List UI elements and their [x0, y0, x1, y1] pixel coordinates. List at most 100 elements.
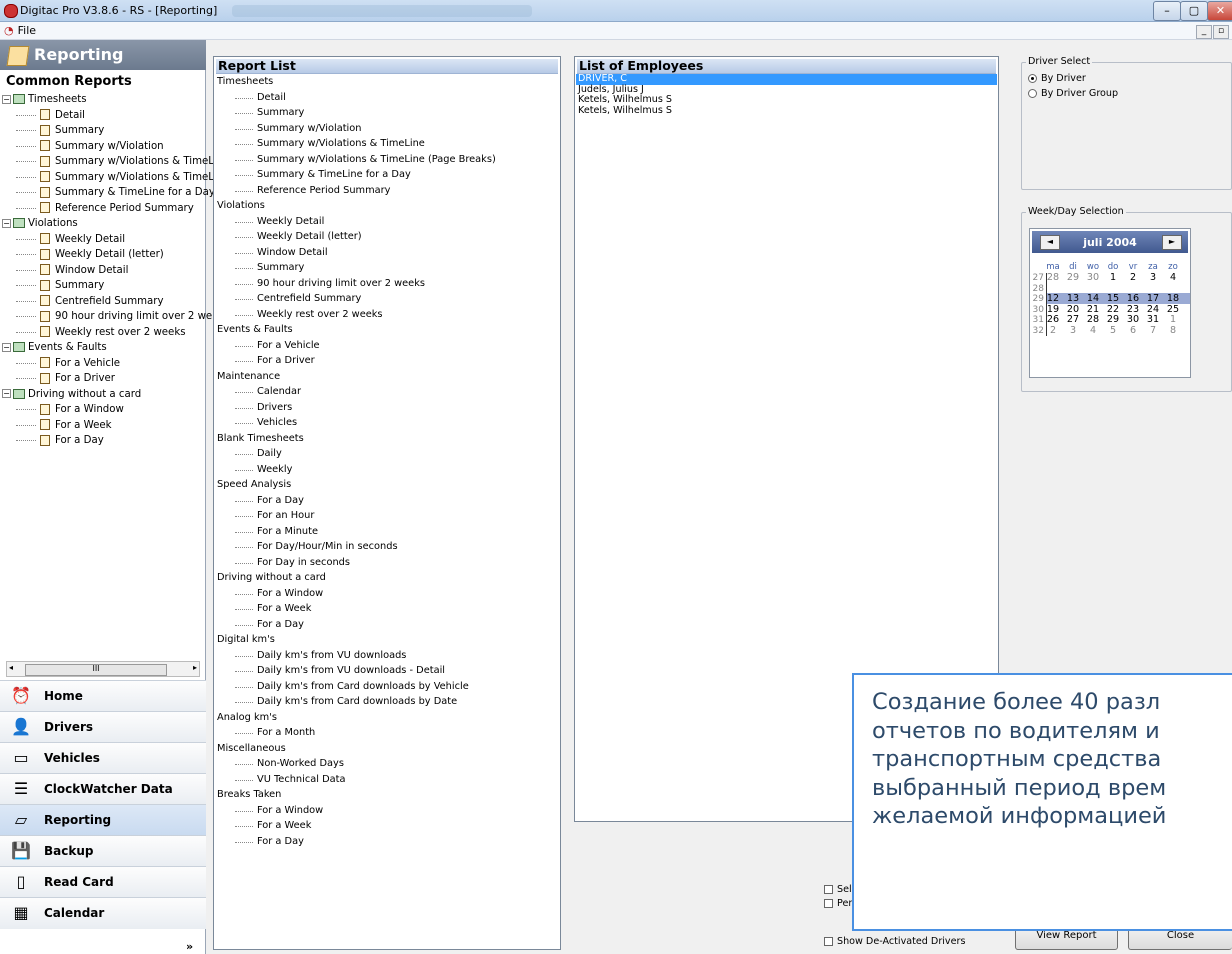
- report-item[interactable]: Summary w/Violations & TimeLine (Page Br…: [217, 152, 557, 168]
- report-group[interactable]: Timesheets: [217, 74, 557, 90]
- report-item[interactable]: For a Driver: [217, 353, 557, 369]
- tree-group[interactable]: − Driving without a card: [0, 387, 206, 403]
- collapse-icon[interactable]: −: [2, 94, 11, 104]
- tree-group[interactable]: − Events & Faults: [0, 340, 206, 356]
- tree-item[interactable]: Summary: [0, 278, 206, 294]
- calendar-day[interactable]: 27: [1066, 314, 1080, 325]
- radio-by-driver[interactable]: By Driver: [1028, 73, 1086, 84]
- week-number[interactable]: 32: [1032, 326, 1044, 336]
- calendar-day[interactable]: 2: [1126, 272, 1140, 283]
- nav-read-card[interactable]: ▯ Read Card: [0, 866, 206, 898]
- more-buttons-icon[interactable]: »: [186, 940, 193, 953]
- nav-backup[interactable]: 💾 Backup: [0, 835, 206, 867]
- week-number[interactable]: 31: [1032, 315, 1044, 325]
- report-item[interactable]: Weekly Detail (letter): [217, 229, 557, 245]
- calendar-day[interactable]: 8: [1106, 283, 1120, 294]
- report-item[interactable]: Daily: [217, 446, 557, 462]
- calendar-day[interactable]: 19: [1046, 304, 1060, 315]
- radio-by-driver-group[interactable]: By Driver Group: [1028, 88, 1118, 99]
- report-item[interactable]: For a Day: [217, 834, 557, 850]
- week-number[interactable]: 29: [1032, 294, 1044, 304]
- app-icon[interactable]: [4, 4, 18, 18]
- calendar-day[interactable]: 25: [1166, 304, 1180, 315]
- calendar-day[interactable]: 4: [1166, 272, 1180, 283]
- report-item[interactable]: Window Detail: [217, 245, 557, 261]
- employee-row[interactable]: Ketels, Wilhelmus S: [576, 105, 997, 117]
- tree-item[interactable]: Weekly rest over 2 weeks: [0, 325, 206, 341]
- report-item[interactable]: Non-Worked Days: [217, 756, 557, 772]
- report-item[interactable]: For Day in seconds: [217, 555, 557, 571]
- nav-calendar[interactable]: ▦ Calendar: [0, 897, 206, 929]
- scroll-left-icon[interactable]: ◂: [9, 663, 13, 672]
- tree-item[interactable]: 90 hour driving limit over 2 we: [0, 309, 212, 325]
- calendar-day[interactable]: 28: [1046, 272, 1060, 283]
- report-item[interactable]: Summary & TimeLine for a Day: [217, 167, 557, 183]
- calendar-day[interactable]: 16: [1126, 293, 1140, 304]
- calendar-day[interactable]: 17: [1146, 293, 1160, 304]
- tree-item[interactable]: Weekly Detail (letter): [0, 247, 206, 263]
- report-group[interactable]: Blank Timesheets: [217, 431, 557, 447]
- report-item[interactable]: Weekly Detail: [217, 214, 557, 230]
- report-item[interactable]: Reference Period Summary: [217, 183, 557, 199]
- collapse-icon[interactable]: −: [2, 342, 11, 352]
- calendar-day[interactable]: 6: [1066, 283, 1080, 294]
- tree-item[interactable]: Reference Period Summary: [0, 201, 206, 217]
- report-item[interactable]: For a Minute: [217, 524, 557, 540]
- tree-group[interactable]: − Timesheets: [0, 92, 206, 108]
- tree-item[interactable]: For a Vehicle: [0, 356, 206, 372]
- calendar-day[interactable]: 14: [1086, 293, 1100, 304]
- report-item[interactable]: VU Technical Data: [217, 772, 557, 788]
- collapse-icon[interactable]: −: [2, 218, 11, 228]
- calendar-day[interactable]: 4: [1086, 325, 1100, 336]
- tree-item[interactable]: Window Detail: [0, 263, 206, 279]
- report-group[interactable]: Speed Analysis: [217, 477, 557, 493]
- calendar-day[interactable]: 5: [1046, 283, 1060, 294]
- calendar-day[interactable]: 23: [1126, 304, 1140, 315]
- report-group[interactable]: Digital km's: [217, 632, 557, 648]
- calendar-day[interactable]: 9: [1126, 283, 1140, 294]
- calendar-day[interactable]: 18: [1166, 293, 1180, 304]
- report-item[interactable]: Summary w/Violation: [217, 121, 557, 137]
- report-item[interactable]: Daily km's from Card downloads by Vehicl…: [217, 679, 557, 695]
- calendar-day[interactable]: 29: [1106, 314, 1120, 325]
- calendar-day[interactable]: 26: [1046, 314, 1060, 325]
- report-group[interactable]: Driving without a card: [217, 570, 557, 586]
- calendar-day[interactable]: 7: [1146, 325, 1160, 336]
- employee-row[interactable]: Ketels, Wilhelmus S: [576, 94, 997, 106]
- tree-item[interactable]: For a Day: [0, 433, 206, 449]
- report-group[interactable]: Analog km's: [217, 710, 557, 726]
- calendar-day[interactable]: 1: [1166, 314, 1180, 325]
- collapse-icon[interactable]: −: [2, 389, 11, 398]
- minimize-button[interactable]: –: [1153, 1, 1181, 21]
- tree-item[interactable]: For a Week: [0, 418, 206, 434]
- calendar-day[interactable]: 8: [1166, 325, 1180, 336]
- nav-reporting[interactable]: ▱ Reporting: [0, 804, 206, 836]
- report-item[interactable]: Drivers: [217, 400, 557, 416]
- horizontal-scrollbar[interactable]: ◂ III ▸: [6, 661, 200, 677]
- nav-drivers[interactable]: 👤 Drivers: [0, 711, 206, 743]
- report-item[interactable]: For a Week: [217, 601, 557, 617]
- tree-item[interactable]: For a Driver: [0, 371, 206, 387]
- calendar-day[interactable]: 11: [1166, 283, 1180, 294]
- report-item[interactable]: Summary w/Violations & TimeLine: [217, 136, 557, 152]
- calendar-day[interactable]: 29: [1066, 272, 1080, 283]
- scroll-right-icon[interactable]: ▸: [193, 663, 197, 672]
- report-item[interactable]: For a Week: [217, 818, 557, 834]
- mdi-restore-button[interactable]: ▫: [1213, 25, 1229, 39]
- nav-home[interactable]: ⏰ Home: [0, 680, 206, 712]
- report-group[interactable]: Breaks Taken: [217, 787, 557, 803]
- scrollbar-thumb[interactable]: III: [25, 664, 167, 676]
- report-item[interactable]: Detail: [217, 90, 557, 106]
- report-group[interactable]: Violations: [217, 198, 557, 214]
- report-item[interactable]: Vehicles: [217, 415, 557, 431]
- close-window-button[interactable]: ✕: [1207, 1, 1232, 21]
- tree-item[interactable]: Centrefield Summary: [0, 294, 206, 310]
- calendar-day[interactable]: 6: [1126, 325, 1140, 336]
- calendar-day[interactable]: 28: [1086, 314, 1100, 325]
- report-item[interactable]: Daily km's from VU downloads - Detail: [217, 663, 557, 679]
- calendar-day[interactable]: 7: [1086, 283, 1100, 294]
- calendar-day[interactable]: 30: [1086, 272, 1100, 283]
- calendar-day[interactable]: 3: [1146, 272, 1160, 283]
- report-item[interactable]: Daily km's from VU downloads: [217, 648, 557, 664]
- report-item[interactable]: For Day/Hour/Min in seconds: [217, 539, 557, 555]
